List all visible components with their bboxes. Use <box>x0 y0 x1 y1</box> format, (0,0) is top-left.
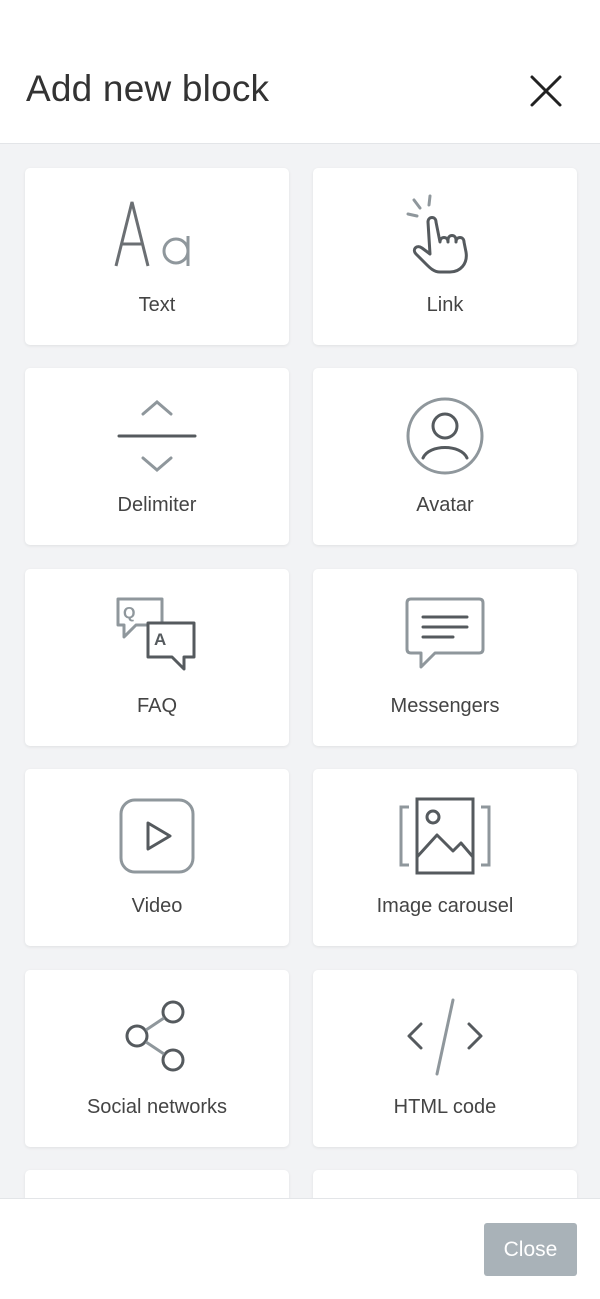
block-label: Messengers <box>390 695 500 717</box>
block-label: Social networks <box>86 1096 228 1118</box>
close-icon[interactable] <box>527 72 565 110</box>
block-card-html-code[interactable]: HTML code <box>313 970 577 1147</box>
block-card-delimiter[interactable]: Delimiter <box>25 368 289 545</box>
block-label: Link <box>426 294 464 316</box>
svg-text:Q: Q <box>123 605 135 622</box>
modal-title: Add new block <box>26 68 270 109</box>
block-label: Delimiter <box>117 494 197 516</box>
block-card-text[interactable]: Text <box>25 168 289 345</box>
block-card-partial[interactable] <box>313 1170 577 1198</box>
image-carousel-icon <box>399 797 491 875</box>
block-label: HTML code <box>393 1096 497 1118</box>
block-card-avatar[interactable]: Avatar <box>313 368 577 545</box>
message-bubble-icon <box>405 597 485 669</box>
block-label: Video <box>131 895 183 917</box>
avatar-icon <box>406 397 484 475</box>
block-card-link[interactable]: Link <box>313 168 577 345</box>
block-label: FAQ <box>136 695 177 717</box>
modal-header: Add new block <box>0 0 600 144</box>
block-label: Avatar <box>416 494 474 516</box>
block-card-video[interactable]: Video <box>25 769 289 946</box>
block-label: Text <box>138 294 176 316</box>
play-icon <box>119 798 195 874</box>
block-card-image-carousel[interactable]: Image carousel <box>313 769 577 946</box>
block-card-social-networks[interactable]: Social networks <box>25 970 289 1147</box>
svg-text:A: A <box>154 630 166 649</box>
block-label: Image carousel <box>376 895 514 917</box>
close-button[interactable]: Close <box>484 1223 577 1276</box>
tap-hand-icon <box>406 194 468 274</box>
block-grid: Text Link Delimiter Avatar Q A FAQ Messe… <box>0 145 600 1198</box>
block-card-partial[interactable] <box>25 1170 289 1198</box>
code-icon <box>407 998 483 1076</box>
share-icon <box>125 1000 185 1072</box>
modal-footer: Close <box>0 1198 600 1299</box>
delimiter-icon <box>117 400 197 472</box>
faq-bubbles-icon: Q A <box>116 597 196 671</box>
text-aa-icon <box>114 201 190 267</box>
block-card-messengers[interactable]: Messengers <box>313 569 577 746</box>
block-card-faq[interactable]: Q A FAQ <box>25 569 289 746</box>
